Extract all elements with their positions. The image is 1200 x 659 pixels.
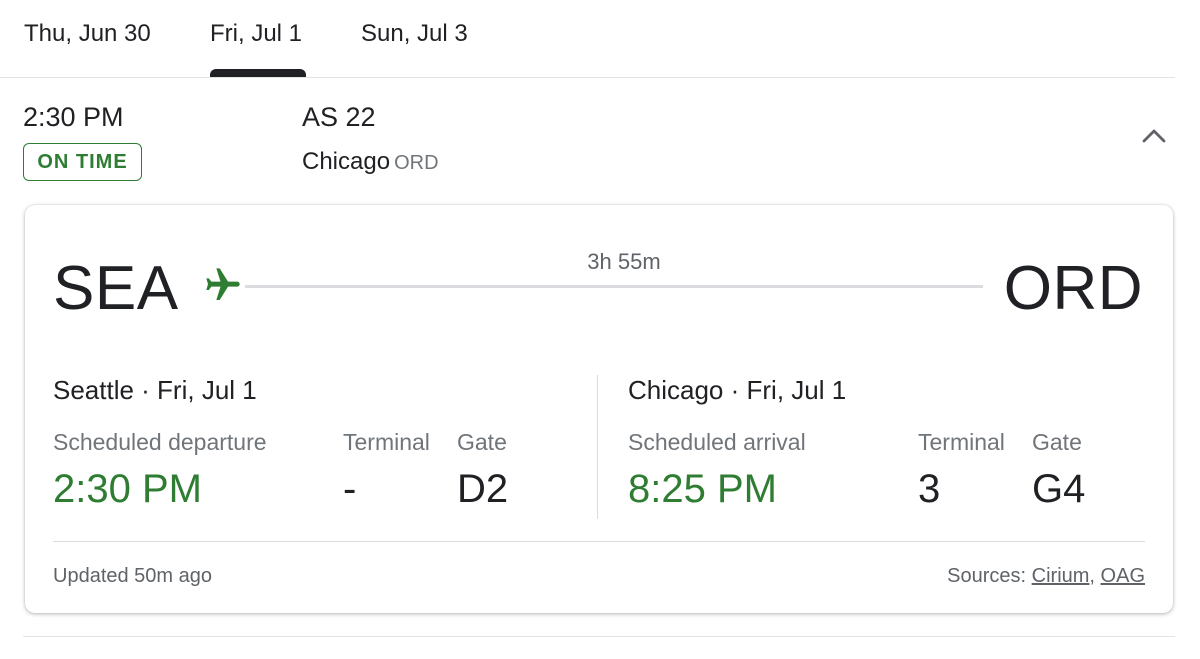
tab-thu-jun-30[interactable]: Thu, Jun 30 — [24, 20, 151, 48]
arrival-gate-label: Gate — [1032, 429, 1082, 455]
source-link-cirium[interactable]: Cirium — [1032, 565, 1090, 587]
arrival-terminal: 3 — [918, 467, 941, 511]
arrival-time-label: Scheduled arrival — [628, 429, 806, 455]
departure-gate-label: Gate — [457, 429, 507, 455]
destination-airport-code: ORD — [394, 152, 439, 174]
flight-summary-row[interactable]: 2:30 PM ON TIME AS 22 Chicago ORD — [0, 78, 1175, 203]
flight-number: AS 22 — [302, 102, 376, 132]
departure-time-label: Scheduled departure — [53, 429, 267, 455]
tab-fri-jul-1[interactable]: Fri, Jul 1 — [210, 20, 302, 48]
chevron-up-icon[interactable] — [1140, 123, 1168, 151]
tab-sun-jul-3[interactable]: Sun, Jul 3 — [361, 20, 468, 48]
updated-timestamp: Updated 50m ago — [53, 565, 213, 587]
departure-time: 2:30 PM — [53, 467, 202, 511]
arrival-terminal-label: Terminal — [918, 429, 1005, 455]
arrival-gate: G4 — [1032, 467, 1086, 511]
column-divider — [597, 375, 598, 519]
arrival-time: 8:25 PM — [628, 467, 777, 511]
destination-city: Chicago — [302, 148, 391, 175]
departure-heading: Seattle · Fri, Jul 1 — [53, 375, 257, 405]
bottom-divider — [23, 636, 1175, 637]
departure-gate: D2 — [457, 467, 509, 511]
card-footer-divider — [53, 541, 1145, 542]
flight-detail-card: SEA 3h 55m ORD Seattle · Fri, Jul 1 Sche… — [25, 205, 1173, 613]
flight-status-widget: Thu, Jun 30 Fri, Jul 1 Sun, Jul 3 2:30 P… — [0, 0, 1200, 659]
departure-terminal: - — [343, 467, 357, 511]
route-line — [245, 285, 983, 288]
sources-label: Sources: — [947, 565, 1027, 587]
selected-tab-indicator — [210, 69, 306, 77]
sources: Sources: Cirium, OAG — [947, 565, 1145, 587]
date-tabs: Thu, Jun 30 Fri, Jul 1 Sun, Jul 3 — [0, 0, 1175, 78]
duration-text: 3h 55m — [587, 249, 661, 274]
summary-destination: Chicago ORD — [302, 148, 439, 176]
flight-duration: 3h 55m — [25, 249, 1173, 275]
destination-airport-code-large: ORD — [1003, 254, 1143, 323]
departure-terminal-label: Terminal — [343, 429, 430, 455]
status-badge: ON TIME — [23, 143, 142, 181]
arrival-heading: Chicago · Fri, Jul 1 — [628, 375, 847, 405]
source-link-oag[interactable]: OAG — [1101, 565, 1145, 587]
summary-departure-time: 2:30 PM — [23, 102, 124, 132]
